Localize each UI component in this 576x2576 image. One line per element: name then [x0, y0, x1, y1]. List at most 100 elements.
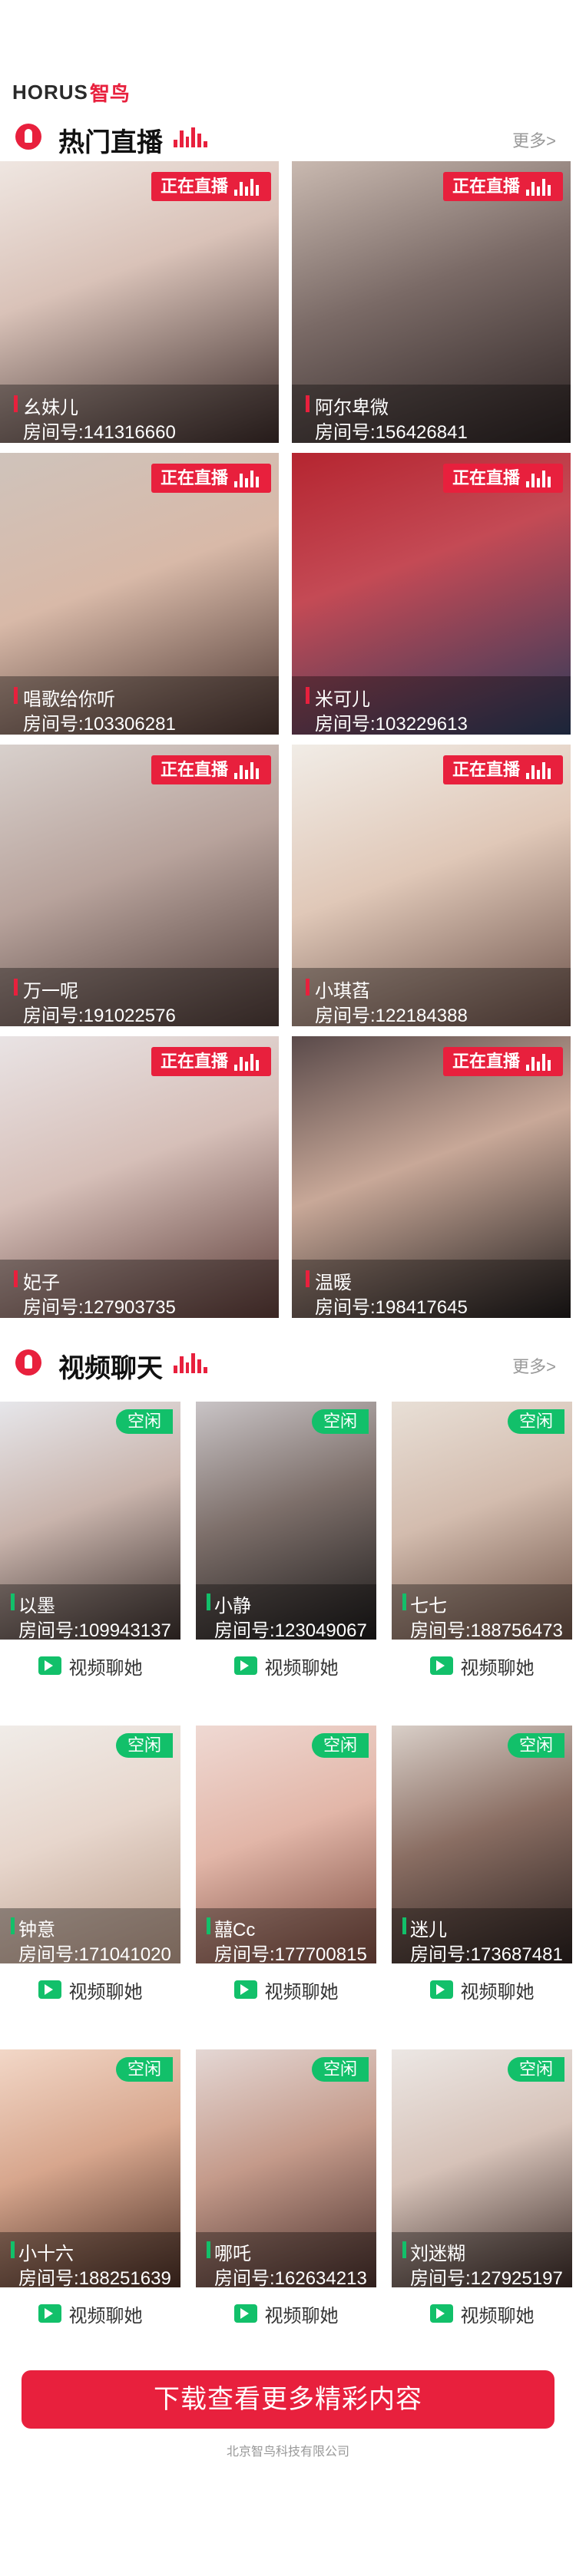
host-name: 以墨: [18, 1596, 55, 1617]
video-chat-label: 视频聊她: [460, 1981, 535, 2003]
free-status-badge: 空闲: [116, 1733, 173, 1758]
video-chat-title: 视频聊天: [58, 1354, 163, 1383]
live-room-card[interactable]: 正在直播 小琪萏 房间号:122184388: [292, 745, 571, 1026]
download-cta-button[interactable]: 下载查看更多精彩内容: [22, 2370, 554, 2429]
host-photo-box[interactable]: 空闲 小静 房间号:123049067: [196, 1402, 376, 1640]
live-room-caption: 妃子 房间号:127903735: [0, 1260, 279, 1318]
video-chat-card[interactable]: 空闲 小十六 房间号:188251639 视频聊她: [0, 2049, 180, 2335]
host-name: 迷儿: [410, 1920, 447, 1940]
live-room-card[interactable]: 正在直播 万一呢 房间号:191022576: [0, 745, 279, 1026]
host-name: 钟意: [18, 1920, 55, 1940]
video-camera-icon: [38, 1656, 61, 1675]
video-chat-label: 视频聊她: [460, 2305, 535, 2327]
video-chat-button[interactable]: 视频聊她: [392, 1652, 572, 1679]
video-chat-card[interactable]: 空闲 钟意 房间号:171041020 视频聊她: [0, 1726, 180, 2011]
free-status-badge: 空闲: [508, 2057, 564, 2082]
room-number: 房间号:123049067: [214, 1620, 367, 1640]
video-chat-button[interactable]: 视频聊她: [0, 1652, 180, 1679]
live-room-card[interactable]: 正在直播 幺妹儿 房间号:141316660: [0, 161, 279, 443]
video-chat-card[interactable]: 空闲 囍Cc 房间号:177700815 视频聊她: [196, 1726, 376, 2011]
streamer-name: 米可儿: [315, 689, 370, 710]
live-room-card[interactable]: 正在直播 妃子 房间号:127903735: [0, 1036, 279, 1318]
host-caption: 七七 房间号:188756473: [392, 1584, 572, 1640]
host-photo-box[interactable]: 空闲 以墨 房间号:109943137: [0, 1402, 180, 1640]
caption-accent-bar: [11, 2241, 15, 2258]
streamer-name: 万一呢: [23, 981, 78, 1002]
video-chat-button[interactable]: 视频聊她: [196, 1652, 376, 1679]
host-caption: 以墨 房间号:109943137: [0, 1584, 180, 1640]
live-equalizer-icon: [234, 179, 263, 196]
video-chat-button[interactable]: 视频聊她: [0, 1976, 180, 2003]
live-equalizer-icon: [526, 1054, 555, 1071]
live-equalizer-icon: [234, 471, 263, 487]
live-badge: 正在直播: [151, 464, 271, 493]
live-room-card[interactable]: 正在直播 米可儿 房间号:103229613: [292, 453, 571, 735]
caption-accent-bar: [306, 687, 310, 704]
live-badge: 正在直播: [442, 755, 563, 784]
hot-live-more-link[interactable]: 更多>: [512, 127, 556, 152]
streamer-name: 小琪萏: [315, 981, 370, 1002]
streamer-name: 温暖: [315, 1273, 352, 1293]
host-photo-box[interactable]: 空闲 囍Cc 房间号:177700815: [196, 1726, 376, 1963]
host-photo-box[interactable]: 空闲 迷儿 房间号:173687481: [392, 1726, 572, 1963]
host-photo-box[interactable]: 空闲 小十六 房间号:188251639: [0, 2049, 180, 2287]
live-badge-label: 正在直播: [452, 760, 520, 779]
host-name: 小静: [214, 1596, 251, 1617]
video-chat-card[interactable]: 空闲 迷儿 房间号:173687481 视频聊她: [392, 1726, 572, 2011]
caption-accent-bar: [402, 1593, 406, 1610]
room-number: 房间号:103229613: [315, 714, 468, 735]
room-number: 房间号:188251639: [18, 2268, 171, 2287]
host-photo-box[interactable]: 空闲 钟意 房间号:171041020: [0, 1726, 180, 1963]
caption-accent-bar: [306, 979, 310, 996]
host-caption: 刘迷糊 房间号:127925197: [392, 2232, 572, 2287]
host-photo-box[interactable]: 空闲 七七 房间号:188756473: [392, 1402, 572, 1640]
host-caption: 小静 房间号:123049067: [196, 1584, 376, 1640]
live-room-caption: 阿尔卑微 房间号:156426841: [292, 385, 571, 443]
equalizer-icon: [174, 1353, 207, 1373]
video-chat-card[interactable]: 空闲 七七 房间号:188756473 视频聊她: [392, 1402, 572, 1687]
equalizer-icon: [174, 127, 207, 147]
video-chat-button[interactable]: 视频聊她: [0, 2300, 180, 2327]
streamer-name: 妃子: [23, 1273, 60, 1293]
video-camera-icon: [429, 1980, 453, 1999]
live-room-caption: 小琪萏 房间号:122184388: [292, 968, 571, 1026]
streamer-name: 阿尔卑微: [315, 398, 389, 418]
live-room-card[interactable]: 正在直播 温暖 房间号:198417645: [292, 1036, 571, 1318]
host-photo-box[interactable]: 空闲 哪吒 房间号:162634213: [196, 2049, 376, 2287]
host-photo-box[interactable]: 空闲 刘迷糊 房间号:127925197: [392, 2049, 572, 2287]
room-number: 房间号:191022576: [23, 1006, 176, 1026]
video-chat-button[interactable]: 视频聊她: [392, 1976, 572, 2003]
live-badge: 正在直播: [442, 1047, 563, 1076]
video-camera-icon: [38, 2304, 61, 2323]
video-chat-button[interactable]: 视频聊她: [196, 1976, 376, 2003]
live-room-caption: 幺妹儿 房间号:141316660: [0, 385, 279, 443]
free-status-badge: 空闲: [116, 2057, 173, 2082]
live-room-card[interactable]: 正在直播 唱歌给你听 房间号:103306281: [0, 453, 279, 735]
video-chat-button[interactable]: 视频聊她: [196, 2300, 376, 2327]
video-chat-label: 视频聊她: [264, 1981, 339, 2003]
caption-accent-bar: [402, 2241, 406, 2258]
caption-accent-bar: [14, 395, 18, 412]
caption-accent-bar: [207, 1917, 210, 1934]
live-room-card[interactable]: 正在直播 阿尔卑微 房间号:156426841: [292, 161, 571, 443]
room-number: 房间号:103306281: [23, 714, 176, 735]
video-chat-card[interactable]: 空闲 小静 房间号:123049067 视频聊她: [196, 1402, 376, 1687]
video-chat-more-link[interactable]: 更多>: [512, 1353, 556, 1378]
caption-accent-bar: [11, 1593, 15, 1610]
free-status-badge: 空闲: [312, 2057, 369, 2082]
host-name: 哪吒: [214, 2244, 251, 2264]
room-number: 房间号:156426841: [315, 422, 468, 443]
video-chat-card[interactable]: 空闲 哪吒 房间号:162634213 视频聊她: [196, 2049, 376, 2335]
live-badge-label: 正在直播: [160, 468, 228, 487]
host-caption: 哪吒 房间号:162634213: [196, 2232, 376, 2287]
mic-icon: [15, 124, 41, 150]
video-chat-card[interactable]: 空闲 以墨 房间号:109943137 视频聊她: [0, 1402, 180, 1687]
room-number: 房间号:141316660: [23, 422, 176, 443]
video-chat-section-header: 视频聊天 更多>: [0, 1339, 576, 1385]
logo[interactable]: HORUS 智鸟: [12, 77, 130, 107]
live-badge: 正在直播: [442, 464, 563, 493]
video-chat-card[interactable]: 空闲 刘迷糊 房间号:127925197 视频聊她: [392, 2049, 572, 2335]
video-chat-button[interactable]: 视频聊她: [392, 2300, 572, 2327]
live-badge: 正在直播: [151, 755, 271, 784]
hot-live-title: 热门直播: [58, 128, 163, 157]
